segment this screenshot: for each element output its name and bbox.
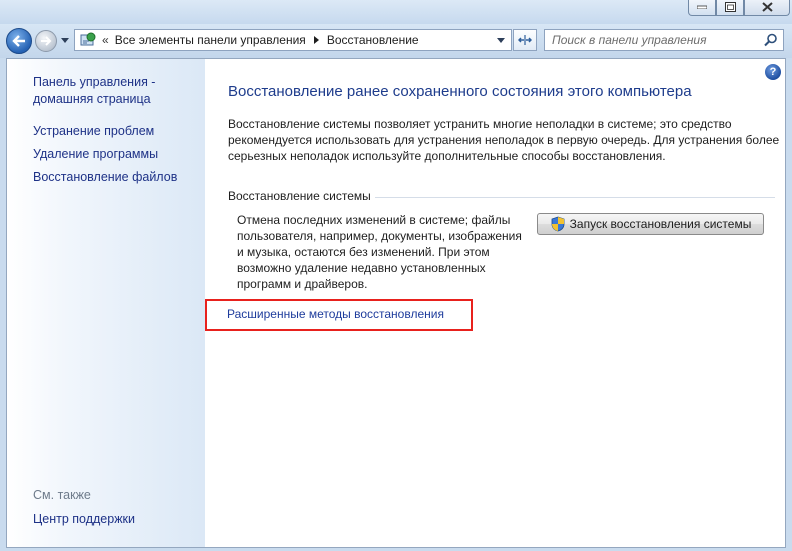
section-title-system-restore: Восстановление системы bbox=[228, 189, 371, 203]
sidebar: Панель управления - домашняя страница Ус… bbox=[7, 59, 205, 547]
control-panel-icon bbox=[78, 30, 98, 50]
system-restore-description: Отмена последних изменений в системе; фа… bbox=[237, 213, 522, 291]
back-button[interactable] bbox=[6, 28, 32, 54]
breadcrumb-recovery[interactable]: Восстановление bbox=[327, 33, 419, 47]
restore-window-icon bbox=[724, 2, 736, 12]
address-bar[interactable]: « Все элементы панели управления Восстан… bbox=[74, 29, 512, 51]
refresh-icon bbox=[518, 35, 532, 45]
advanced-recovery-link[interactable]: Расширенные методы восстановления bbox=[227, 307, 444, 321]
main-pane: ? Восстановление ранее сохраненного сост… bbox=[205, 59, 785, 547]
maximize-button[interactable] bbox=[716, 0, 744, 16]
window-controls bbox=[688, 0, 790, 16]
sidebar-link-action-center[interactable]: Центр поддержки bbox=[33, 511, 135, 528]
sidebar-link-troubleshooting[interactable]: Устранение проблем bbox=[33, 123, 154, 140]
see-also-label: См. также bbox=[33, 488, 91, 502]
forward-button[interactable] bbox=[35, 30, 57, 52]
breadcrumb-all-items[interactable]: Все элементы панели управления bbox=[115, 33, 306, 47]
address-overflow-chevron[interactable]: « bbox=[102, 33, 109, 47]
minimize-icon bbox=[697, 5, 707, 9]
uac-shield-icon bbox=[551, 216, 565, 232]
section-divider bbox=[375, 197, 775, 198]
sidebar-link-file-recovery[interactable]: Восстановление файлов bbox=[33, 169, 177, 186]
search-input[interactable] bbox=[545, 30, 755, 50]
title-bar bbox=[0, 0, 792, 24]
sidebar-link-home[interactable]: Панель управления - домашняя страница bbox=[33, 74, 193, 108]
recent-pages-dropdown[interactable] bbox=[61, 38, 69, 43]
open-system-restore-label: Запуск восстановления системы bbox=[569, 217, 752, 231]
search-box[interactable] bbox=[544, 29, 784, 51]
minimize-button[interactable] bbox=[688, 0, 716, 16]
search-icon[interactable] bbox=[764, 33, 778, 47]
close-button[interactable] bbox=[744, 0, 790, 16]
sidebar-link-uninstall-program[interactable]: Удаление программы bbox=[33, 146, 158, 163]
help-icon[interactable]: ? bbox=[765, 64, 781, 80]
forward-arrow-icon bbox=[41, 36, 52, 46]
close-icon bbox=[761, 2, 773, 12]
navigation-bar: « Все элементы панели управления Восстан… bbox=[0, 24, 792, 58]
window-content: Панель управления - домашняя страница Ус… bbox=[6, 58, 786, 548]
back-arrow-icon bbox=[12, 35, 25, 47]
breadcrumb-arrow-icon[interactable] bbox=[313, 36, 319, 44]
intro-text: Восстановление системы позволяет устрани… bbox=[228, 117, 780, 163]
address-dropdown-icon[interactable] bbox=[497, 38, 505, 43]
refresh-button[interactable] bbox=[513, 29, 537, 51]
page-title: Восстановление ранее сохраненного состоя… bbox=[228, 83, 692, 100]
open-system-restore-button[interactable]: Запуск восстановления системы bbox=[537, 213, 764, 235]
